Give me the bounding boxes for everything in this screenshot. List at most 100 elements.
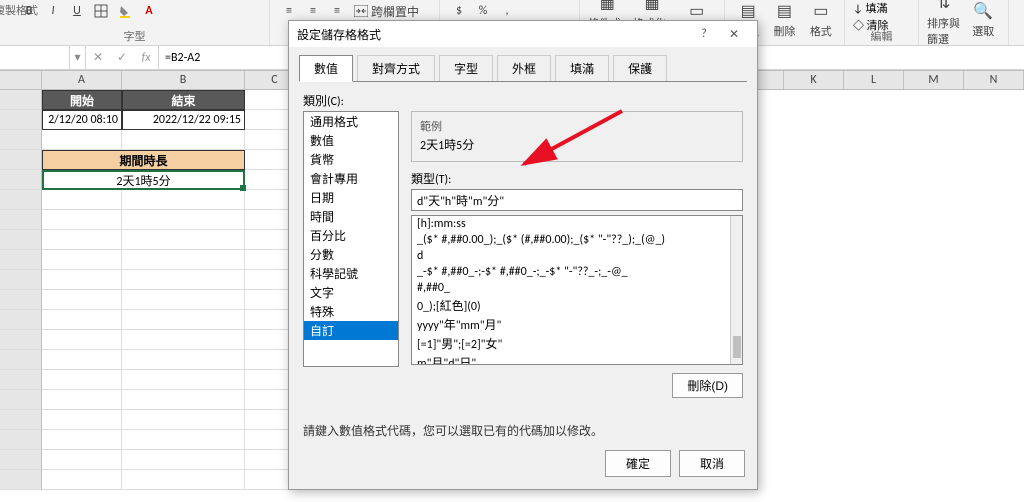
row-header[interactable] (0, 130, 42, 150)
border-button[interactable] (90, 0, 112, 22)
list-item[interactable]: 時間 (304, 207, 398, 226)
tab-protection[interactable]: 保護 (613, 55, 667, 81)
list-item[interactable]: 百分比 (304, 226, 398, 245)
col-header-l[interactable]: L (844, 71, 904, 89)
category-list[interactable]: 通用格式 數值 貨幣 會計專用 日期 時間 百分比 分數 科學記號 文字 特殊 … (303, 111, 399, 367)
tab-font[interactable]: 字型 (439, 55, 493, 81)
cell-b2[interactable]: 2022/12/22 09:15 (122, 110, 245, 130)
list-item[interactable]: [h]:mm:ss (412, 216, 742, 232)
help-button[interactable]: ? (689, 27, 719, 41)
list-item[interactable]: _-$* #,##0_-;-$* #,##0_-;_-$* "-"??_-;_-… (412, 264, 742, 280)
font-group-label: 字型 (0, 28, 269, 44)
list-item[interactable]: [=1]"男";[=2]"女" (412, 334, 742, 353)
align-left-button[interactable]: ≡ (278, 0, 300, 22)
cell-b1[interactable]: 結束 (122, 90, 245, 110)
font-color-button[interactable]: A (138, 0, 160, 22)
currency-button[interactable]: $ (448, 0, 470, 22)
format-type-input[interactable] (411, 189, 743, 211)
scrollbar[interactable] (730, 216, 742, 364)
cell-a2[interactable]: 2/12/20 08:10 (42, 110, 122, 130)
list-item[interactable]: 文字 (304, 283, 398, 302)
row-header[interactable] (0, 230, 42, 250)
row-header[interactable] (0, 370, 42, 390)
list-item[interactable]: 會計專用 (304, 169, 398, 188)
fill-color-button[interactable] (114, 0, 136, 22)
list-item[interactable]: m"月"d"日" (412, 353, 742, 365)
name-box[interactable] (0, 46, 70, 69)
select-button[interactable]: 🔍選取 (967, 0, 1001, 40)
col-header-b[interactable]: B (122, 71, 245, 89)
sample-label: 範例 (420, 118, 734, 134)
underline-button[interactable]: U (66, 0, 88, 22)
comma-button[interactable]: , (496, 0, 518, 22)
name-box-dropdown[interactable]: ▾ (70, 46, 86, 69)
sort-filter-button[interactable]: ⇅排序與篩選 (927, 0, 961, 40)
ok-button[interactable]: 確定 (605, 450, 671, 477)
select-all-corner[interactable] (0, 71, 42, 89)
tab-alignment[interactable]: 對齊方式 (357, 55, 435, 81)
list-item[interactable]: 日期 (304, 188, 398, 207)
percent-button[interactable]: % (472, 0, 494, 22)
close-button[interactable]: ✕ (719, 27, 749, 42)
merge-cells-button[interactable]: 跨欄置中 (350, 0, 423, 22)
list-item[interactable]: 通用格式 (304, 112, 398, 131)
format-button[interactable]: ▭格式 (806, 0, 836, 40)
row-header[interactable] (0, 390, 42, 410)
tab-border[interactable]: 外框 (497, 55, 551, 81)
row-header[interactable] (0, 450, 42, 470)
list-item[interactable]: #,##0_ (412, 280, 742, 296)
row-header[interactable] (0, 350, 42, 370)
row-header[interactable] (0, 290, 42, 310)
list-item[interactable]: 0_);[紅色](0) (412, 296, 742, 315)
row-header[interactable] (0, 330, 42, 350)
sample-value: 2天1時5分 (420, 134, 734, 155)
row-header[interactable] (0, 170, 42, 190)
col-header-a[interactable]: A (42, 71, 122, 89)
italic-button[interactable]: I (42, 0, 64, 22)
list-item[interactable]: 特殊 (304, 302, 398, 321)
row-header[interactable] (0, 150, 42, 170)
align-right-button[interactable]: ≡ (326, 0, 348, 22)
row-header[interactable] (0, 250, 42, 270)
col-header-k[interactable]: K (784, 71, 844, 89)
row-header[interactable] (0, 210, 42, 230)
cell[interactable] (42, 130, 122, 150)
row-header[interactable] (0, 270, 42, 290)
list-item[interactable]: d (412, 248, 742, 264)
list-item[interactable]: yyyy"年"mm"月" (412, 315, 742, 334)
type-label: 類型(T): (411, 170, 743, 187)
tab-number[interactable]: 數值 (299, 55, 353, 82)
align-center-button[interactable]: ≡ (302, 0, 324, 22)
cell-merged-period-value[interactable]: 2天1時5分 (42, 170, 245, 190)
row-header[interactable] (0, 310, 42, 330)
col-header-n[interactable]: N (964, 71, 1024, 89)
cancel-button[interactable]: 取消 (679, 450, 745, 477)
list-item[interactable]: 數值 (304, 131, 398, 150)
row-header[interactable] (0, 410, 42, 430)
row-header[interactable] (0, 110, 42, 130)
cell-merged-period-label[interactable]: 期間時長 (42, 150, 245, 170)
col-header-m[interactable]: M (904, 71, 964, 89)
fx-button[interactable]: fx (134, 46, 158, 69)
tab-fill[interactable]: 填滿 (555, 55, 609, 81)
dialog-title: 設定儲存格格式 (297, 26, 381, 43)
cell-a1[interactable]: 開始 (42, 90, 122, 110)
row-header[interactable] (0, 90, 42, 110)
category-label: 類別(C): (303, 92, 743, 109)
confirm-formula-button[interactable]: ✓ (110, 46, 134, 69)
list-item[interactable]: 分數 (304, 245, 398, 264)
list-item[interactable]: _($* #,##0.00_);_($* (#,##0.00);_($* "-"… (412, 232, 742, 248)
fill-down-button[interactable]: ↓ 填滿 (853, 0, 887, 16)
cancel-formula-button[interactable]: ✕ (86, 46, 110, 69)
list-item-custom[interactable]: 自訂 (304, 321, 398, 340)
list-item[interactable]: 科學記號 (304, 264, 398, 283)
cell[interactable] (122, 130, 245, 150)
row-header[interactable] (0, 430, 42, 450)
list-item[interactable]: 貨幣 (304, 150, 398, 169)
format-code-list[interactable]: [h]:mm:ss _($* #,##0.00_);_($* (#,##0.00… (411, 215, 743, 365)
delete-button[interactable]: ▤刪除 (769, 0, 799, 40)
hint-text: 請鍵入數值格式代碼，您可以選取已有的代碼加以修改。 (303, 398, 743, 439)
delete-format-button[interactable]: 刪除(D) (672, 373, 743, 398)
row-header[interactable] (0, 470, 42, 490)
row-header[interactable] (0, 190, 42, 210)
